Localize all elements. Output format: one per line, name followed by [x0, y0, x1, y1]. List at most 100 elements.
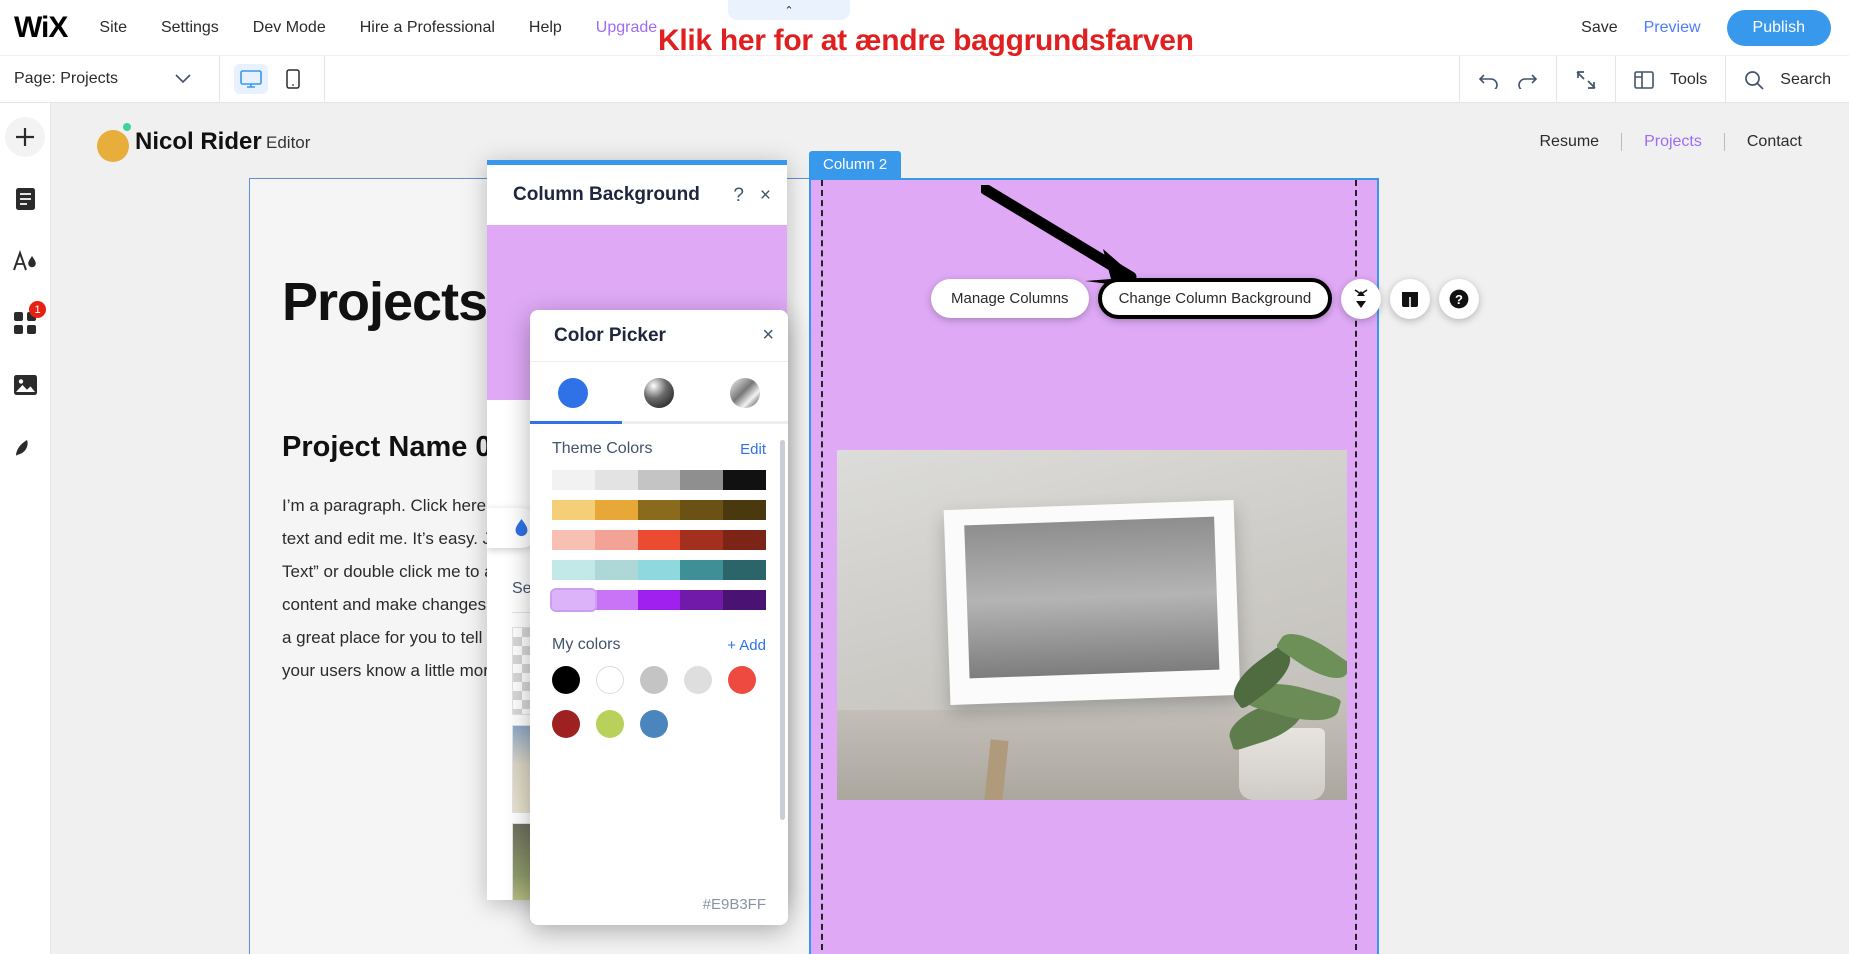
theme-color-swatch[interactable]	[552, 590, 595, 610]
topnav-item-settings[interactable]: Settings	[161, 19, 219, 37]
my-color-swatch[interactable]	[596, 666, 624, 694]
sidebar-item-add-elements[interactable]	[5, 117, 45, 157]
topnav-item-dev-mode[interactable]: Dev Mode	[253, 19, 326, 37]
my-colors-grid	[552, 666, 766, 738]
close-icon[interactable]: ×	[760, 186, 771, 205]
column-background-panel-header: Column Background ? ×	[487, 165, 787, 225]
my-colors-label: My colors	[552, 636, 620, 654]
sidebar-item-apps[interactable]: 1	[5, 303, 45, 343]
sidebar-item-blog[interactable]	[5, 427, 45, 467]
animation-button[interactable]	[1341, 279, 1381, 319]
my-color-swatch[interactable]	[596, 710, 624, 738]
change-column-background-button[interactable]: Change Column Background	[1098, 278, 1333, 319]
color-picker-scrollbar[interactable]	[780, 440, 785, 820]
theme-color-swatch[interactable]	[680, 560, 723, 580]
theme-color-swatch[interactable]	[723, 530, 766, 550]
theme-color-swatch[interactable]	[552, 560, 595, 580]
edit-theme-colors-link[interactable]: Edit	[740, 441, 766, 458]
my-color-swatch[interactable]	[552, 666, 580, 694]
topnav-item-hire-a-professional[interactable]: Hire a Professional	[360, 19, 495, 37]
search-label: Search	[1780, 71, 1831, 89]
theme-color-swatch[interactable]	[638, 530, 681, 550]
column-action-toolbar: Manage Columns Change Column Background …	[931, 278, 1479, 319]
my-color-swatch[interactable]	[640, 710, 668, 738]
collapse-toolbar-tab[interactable]: ⌃	[728, 0, 850, 20]
plus-icon	[13, 125, 37, 149]
tab-radial-gradient[interactable]	[702, 362, 788, 424]
topnav-item-help[interactable]: Help	[529, 19, 562, 37]
redo-button[interactable]	[1516, 71, 1538, 89]
close-icon[interactable]: ×	[762, 324, 774, 347]
theme-color-swatch[interactable]	[595, 470, 638, 490]
theme-color-swatch[interactable]	[723, 560, 766, 580]
site-nav: Resume Projects Contact	[1517, 133, 1824, 151]
undo-button[interactable]	[1478, 71, 1500, 89]
column-2-tag[interactable]: Column 2	[809, 151, 901, 178]
help-button[interactable]: ?	[1439, 279, 1479, 319]
column-image[interactable]	[837, 450, 1347, 800]
sidebar-item-media[interactable]	[5, 365, 45, 405]
my-color-swatch[interactable]	[684, 666, 712, 694]
theme-color-swatch[interactable]	[680, 470, 723, 490]
wix-logo[interactable]: WiX	[14, 11, 67, 45]
my-color-swatch[interactable]	[728, 666, 756, 694]
theme-color-swatch[interactable]	[552, 500, 595, 520]
theme-color-swatch[interactable]	[595, 590, 638, 610]
zoom-out-icon	[1575, 70, 1597, 90]
image-icon	[13, 374, 38, 396]
layout-button[interactable]	[1390, 279, 1430, 319]
preview-button[interactable]: Preview	[1644, 19, 1701, 37]
search-button[interactable]: Search	[1725, 56, 1849, 103]
help-icon: ?	[1448, 288, 1470, 310]
tools-button[interactable]: Tools	[1615, 56, 1725, 103]
tab-linear-gradient[interactable]	[616, 362, 702, 424]
tools-icon	[1634, 70, 1654, 90]
desktop-view-button[interactable]	[234, 64, 268, 94]
color-picker-tabs	[530, 362, 788, 424]
apps-badge: 1	[29, 301, 46, 318]
theme-color-swatch[interactable]	[723, 470, 766, 490]
theme-color-swatch[interactable]	[680, 590, 723, 610]
sidebar-item-pages[interactable]	[5, 179, 45, 219]
site-nav-contact[interactable]: Contact	[1725, 133, 1824, 151]
theme-color-swatch[interactable]	[552, 470, 595, 490]
color-picker-body: Theme Colors Edit My colors + Add	[530, 424, 788, 738]
page-selector[interactable]: Page: Projects	[0, 56, 220, 103]
manage-columns-button[interactable]: Manage Columns	[931, 279, 1089, 318]
annotation-text: Klik her for at ændre baggrundsfarven	[658, 24, 1194, 58]
mobile-view-button[interactable]	[276, 64, 310, 94]
theme-color-swatch[interactable]	[638, 590, 681, 610]
theme-color-swatch[interactable]	[595, 560, 638, 580]
online-status-dot	[123, 123, 131, 131]
theme-color-swatch[interactable]	[680, 500, 723, 520]
zoom-out-button[interactable]	[1556, 56, 1615, 103]
theme-color-swatch[interactable]	[680, 530, 723, 550]
my-color-swatch[interactable]	[552, 710, 580, 738]
publish-button[interactable]: Publish	[1727, 10, 1831, 46]
save-button[interactable]: Save	[1581, 19, 1617, 37]
top-bar-actions: Save Preview Publish	[1581, 0, 1831, 56]
site-nav-resume[interactable]: Resume	[1517, 133, 1621, 151]
topnav-item-upgrade[interactable]: Upgrade	[596, 19, 657, 37]
theme-color-swatch[interactable]	[595, 500, 638, 520]
mobile-icon	[286, 69, 300, 89]
theme-color-swatch[interactable]	[723, 590, 766, 610]
theme-color-swatch[interactable]	[638, 500, 681, 520]
theme-color-swatch[interactable]	[723, 500, 766, 520]
svg-text:?: ?	[1455, 292, 1463, 307]
topnav-item-site[interactable]: Site	[99, 19, 127, 37]
column-guide-left	[821, 180, 823, 954]
my-color-swatch[interactable]	[640, 666, 668, 694]
site-header: Nicol Rider Editor Resume Projects Conta…	[51, 103, 1849, 178]
add-color-button[interactable]: + Add	[727, 637, 766, 654]
theme-color-swatch[interactable]	[638, 470, 681, 490]
help-icon[interactable]: ?	[733, 186, 744, 205]
site-nav-projects[interactable]: Projects	[1622, 133, 1724, 151]
sidebar-item-design[interactable]	[5, 241, 45, 281]
tab-solid-color[interactable]	[530, 362, 616, 424]
my-colors-header: My colors + Add	[552, 636, 766, 654]
theme-color-swatch[interactable]	[638, 560, 681, 580]
theme-color-swatch[interactable]	[552, 530, 595, 550]
top-nav: Site Settings Dev Mode Hire a Profession…	[99, 19, 657, 37]
theme-color-swatch[interactable]	[595, 530, 638, 550]
